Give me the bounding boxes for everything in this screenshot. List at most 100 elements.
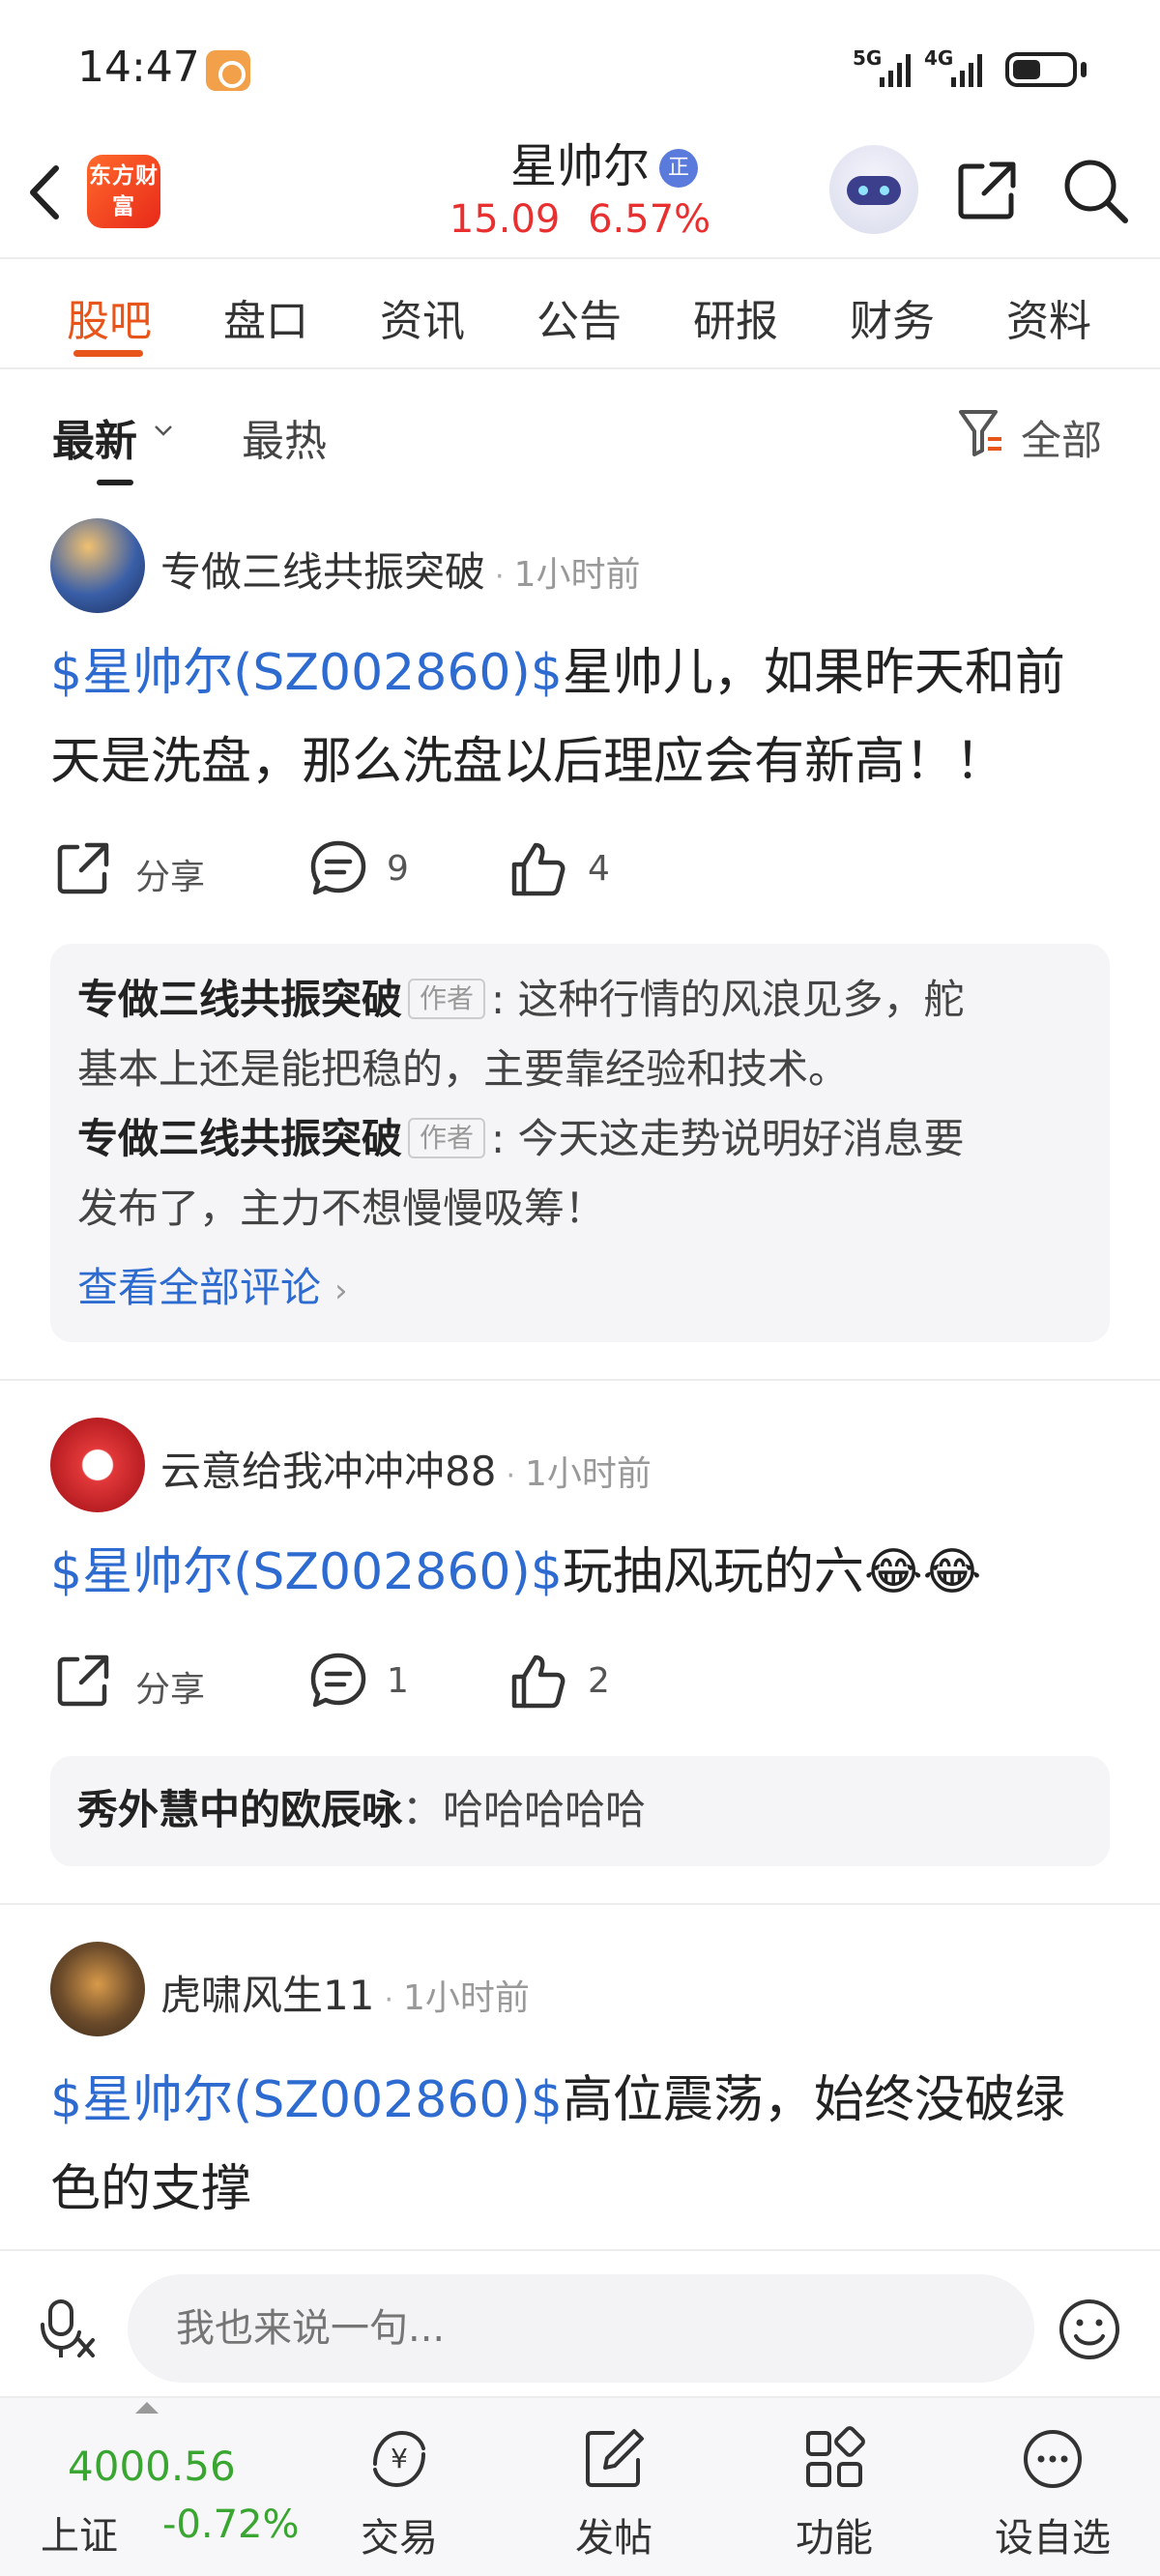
view-all-comments-link[interactable]: 查看全部评论 › [77,1255,348,1314]
like-count: 4 [588,849,610,889]
post-text-line: 高位震荡，始终没破绿 [562,2071,1065,2129]
battery-icon [1005,52,1077,87]
sort-bar: 最新 最热 全部 [0,371,1160,485]
section-tabs: 股吧 盘口 资讯 公告 研报 财务 资料 [0,261,1160,369]
index-name: 上证 [41,2514,118,2559]
index-change: -0.72% [162,2503,300,2547]
stock-tag-link[interactable]: $星帅尔(SZ002860)$ [50,1543,563,1601]
author-badge: 作者 [408,979,486,1019]
author-name[interactable]: 专做三线共振突破 [160,548,485,596]
post-text-line: 色的支撑 [50,2160,252,2218]
emoji-icon[interactable] [1056,2296,1123,2363]
stock-header: 东方财富 星帅尔 正 15.09 6.57% [0,135,1160,259]
sort-hot[interactable]: 最热 [242,406,327,468]
like-count: 2 [588,1661,610,1701]
post-author-line: 云意给我冲冲冲88 · 1小时前 [160,1448,652,1495]
comment-item[interactable]: 专做三线共振突破 作者: 今天这走势说明好消息要 发布了，主力不想慢慢吸筹！ [77,1104,1083,1244]
comment-bubble-icon [310,840,366,895]
thumbs-up-icon [511,1654,566,1709]
tab-news[interactable]: 资讯 [360,286,485,348]
tab-profile[interactable]: 资料 [986,286,1112,348]
avatar[interactable] [50,518,145,613]
post-author-line: 专做三线共振突破 · 1小时前 [160,548,641,596]
voice-input-icon[interactable] [37,2296,104,2363]
stock-tag-link[interactable]: $星帅尔(SZ002860)$ [50,2071,563,2129]
post-body[interactable]: $星帅尔(SZ002860)$高位震荡，始终没破绿 色的支撑 [50,2056,1114,2234]
post-card[interactable]: 虎啸风生11 · 1小时前 $星帅尔(SZ002860)$高位震荡，始终没破绿 色的… [0,1938,1160,2247]
author-badge: 作者 [408,1118,486,1158]
share-icon[interactable] [953,157,1021,224]
post-text-line: 星帅儿，如果昨天和前 [562,644,1065,702]
active-tab-indicator [73,350,143,357]
thumbs-up-icon [511,842,566,896]
edit-icon [586,2429,644,2487]
notification-app-icon [206,50,250,91]
stock-tag-link[interactable]: $星帅尔(SZ002860)$ [50,644,563,702]
sort-latest[interactable]: 最新 [52,406,137,468]
tab-announcements[interactable]: 公告 [516,286,642,348]
tab-finance[interactable]: 财务 [829,286,955,348]
index-value: 4000.56 [68,2443,236,2490]
nav-functions[interactable]: 功能 [762,2398,907,2576]
filter-label[interactable]: 全部 [1021,408,1102,467]
comment-button[interactable]: 9 [307,837,443,905]
commenter-name[interactable]: 专做三线共振突破 [77,1115,402,1162]
sort-indicator [97,480,133,485]
status-bar: 14:47 5G 4G [0,0,1160,135]
stock-name: 星帅尔 [509,139,650,193]
author-name[interactable]: 虎啸风生11 [160,1972,374,2019]
battery-tip [1081,62,1087,77]
bottom-nav: 4000.56 上证 -0.72% ¥ 交易 发帖 功能 设自选 [0,2396,1160,2576]
comment-count: 9 [387,849,409,889]
stock-price: 15.09 [449,197,561,242]
search-icon[interactable] [1059,155,1131,226]
post-time: 1小时前 [403,1978,530,2018]
post-body[interactable]: $星帅尔(SZ002860)$玩抽风玩的六😂😂 [50,1528,1114,1617]
avatar[interactable] [50,1942,145,2036]
svg-text:¥: ¥ [391,2443,408,2474]
comment-input[interactable] [128,2274,1034,2383]
post-text-line: 玩抽风玩的六😂😂 [562,1543,982,1601]
avatar[interactable] [50,1418,145,1512]
tab-pankou[interactable]: 盘口 [203,286,329,348]
comment-preview[interactable]: 秀外慧中的欧辰咏：哈哈哈哈哈 [50,1756,1110,1866]
post-time: 1小时前 [525,1454,652,1494]
share-button[interactable]: 分享 [52,837,246,905]
post-divider [0,1379,1160,1381]
nav-trade[interactable]: ¥ 交易 [327,2398,472,2576]
like-button[interactable]: 4 [507,837,642,905]
comment-count: 1 [387,1661,409,1701]
chevron-right-icon: › [334,1272,348,1310]
yen-cycle-icon: ¥ [373,2430,425,2488]
commenter-name[interactable]: 专做三线共振突破 [77,976,402,1023]
author-name[interactable]: 云意给我冲冲冲88 [160,1448,496,1495]
nav-add-watchlist[interactable]: 设自选 [980,2398,1125,2576]
post-divider [0,1903,1160,1905]
chevron-down-icon[interactable] [153,420,174,441]
comment-button[interactable]: 1 [307,1650,443,1717]
stock-change-pct: 6.57% [588,197,711,242]
share-icon [57,1654,109,1707]
comment-item[interactable]: 专做三线共振突破 作者: 这种行情的风浪见多，舵 基本上还是能把稳的，主要靠经验和… [77,965,1083,1104]
post-author-line: 虎啸风生11 · 1小时前 [160,1972,530,2019]
like-button[interactable]: 2 [507,1650,642,1717]
verified-badge-icon: 正 [659,149,698,188]
tab-research[interactable]: 研报 [673,286,798,348]
post-card[interactable]: 专做三线共振突破 · 1小时前 $星帅尔(SZ002860)$星帅儿，如果昨天和前 … [0,512,1160,1383]
ai-assistant-robot-icon[interactable] [829,145,918,234]
comment-item[interactable]: 秀外慧中的欧辰咏：哈哈哈哈哈 [77,1775,1083,1845]
comment-input-bar [0,2249,1160,2396]
nav-post[interactable]: 发帖 [541,2398,686,2576]
more-dots-icon [1024,2430,1082,2488]
tab-guba[interactable]: 股吧 [46,286,172,348]
post-card[interactable]: 云意给我冲冲冲88 · 1小时前 $星帅尔(SZ002860)$玩抽风玩的六😂😂 分… [0,1412,1160,1895]
commenter-name[interactable]: 秀外慧中的欧辰咏 [77,1786,402,1833]
post-body[interactable]: $星帅尔(SZ002860)$星帅儿，如果昨天和前 天是洗盘，那么洗盘以后理应会… [50,629,1114,806]
comment-bubble-icon [310,1653,366,1708]
caret-up-icon [135,2402,159,2414]
share-icon [57,842,109,894]
filter-icon[interactable] [957,406,1005,460]
share-button[interactable]: 分享 [52,1650,246,1717]
comment-preview[interactable]: 专做三线共振突破 作者: 这种行情的风浪见多，舵 基本上还是能把稳的，主要靠经验和… [50,944,1110,1342]
status-time: 14:47 [77,43,200,92]
